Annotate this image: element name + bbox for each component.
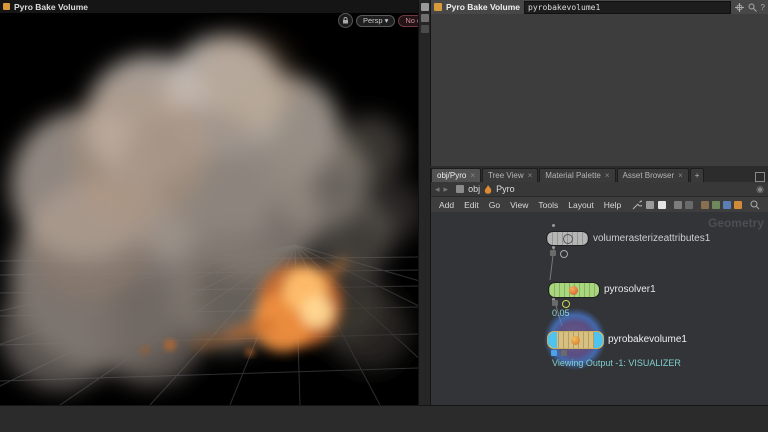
display-flag[interactable] — [548, 332, 557, 348]
network-editor[interactable]: Geometry volumerasterizeattributes1 pyro… — [430, 212, 768, 405]
menu-go[interactable]: Go — [489, 200, 500, 210]
pane-menu-icon[interactable] — [755, 172, 765, 182]
pane-tab-material-palette[interactable]: Material Palette× — [539, 168, 615, 182]
persp-view-button[interactable]: Persp ▾ — [356, 15, 395, 27]
persp-label: Persp — [363, 16, 383, 25]
node-flag-badge[interactable] — [561, 350, 567, 356]
close-icon[interactable]: × — [605, 171, 610, 180]
flame-icon — [484, 185, 492, 194]
playbar: |◀ ◀ ■ ▶ ▶| 65 24 48 72 96 120 144 168 1… — [0, 405, 768, 432]
node-connector-dot[interactable] — [552, 224, 555, 227]
node-flag-badge[interactable] — [550, 250, 556, 256]
houdini-window: Pyro Bake Volume Persp ▾ No cam ▾ Pyro B… — [0, 0, 768, 432]
viewport-titlebar: Pyro Bake Volume — [0, 0, 418, 13]
node-label[interactable]: pyrobakevolume1 — [608, 334, 687, 345]
node-flag-badge[interactable] — [562, 300, 570, 308]
node-op-icon — [563, 234, 573, 244]
menu-add[interactable]: Add — [439, 200, 454, 210]
view-tool-icon[interactable] — [421, 14, 429, 22]
node-volumerasterizeattributes1[interactable] — [546, 231, 589, 246]
menu-toolbar-icons — [632, 200, 760, 210]
pane-tab-tree-view[interactable]: Tree View× — [482, 168, 538, 182]
menu-edit[interactable]: Edit — [464, 200, 479, 210]
pin-icon[interactable]: ◉ — [756, 184, 764, 195]
view-tool-icon[interactable] — [421, 25, 429, 33]
pyro-op-icon — [569, 286, 578, 295]
pane-tab-bar: obj/Pyro× Tree View× Material Palette× A… — [430, 168, 768, 182]
network-path-bar: ◂ ▸ obj Pyro ◉ — [430, 182, 768, 196]
menu-layout[interactable]: Layout — [568, 200, 594, 210]
pane-tab-asset-browser[interactable]: Asset Browser× — [617, 168, 689, 182]
node-flag-badge[interactable] — [551, 350, 557, 356]
menu-view[interactable]: View — [510, 200, 528, 210]
bake-op-icon — [571, 336, 580, 345]
view-tool-icon[interactable] — [421, 3, 429, 11]
node-info-text: 0.05 — [552, 308, 570, 318]
close-icon[interactable]: × — [678, 171, 683, 180]
node-label[interactable]: pyrosolver1 — [604, 284, 656, 295]
grid-snap-icon[interactable] — [723, 201, 731, 209]
node-connector-dot[interactable] — [552, 246, 555, 249]
pane-tab-network[interactable]: obj/Pyro× — [431, 168, 481, 182]
search-icon[interactable] — [748, 3, 757, 12]
node-flag-badge[interactable] — [560, 250, 568, 258]
visualizer-status: Viewing Output -1: VISUALIZER — [552, 358, 681, 368]
new-tab-button[interactable]: + — [690, 168, 705, 182]
display-flag-icon[interactable] — [658, 201, 666, 209]
viewport-3d[interactable] — [0, 13, 418, 405]
node-type-title: Pyro Bake Volume — [446, 2, 520, 12]
caret-down-icon: ▾ — [385, 16, 389, 25]
back-icon[interactable]: ◂ — [435, 184, 440, 195]
taskbar-icon[interactable] — [734, 201, 742, 209]
forward-icon[interactable]: ▸ — [444, 184, 449, 195]
viewport-scene — [0, 13, 418, 405]
param-header: Pyro Bake Volume pyrobakevolume1 ? — [431, 0, 768, 14]
viewport-title: Pyro Bake Volume — [14, 2, 88, 12]
menu-tools[interactable]: Tools — [538, 200, 558, 210]
node-pyrosolver1[interactable] — [548, 282, 600, 298]
panel-icon[interactable] — [674, 201, 682, 209]
obj-context-icon — [456, 185, 464, 193]
gear-icon[interactable] — [735, 3, 744, 12]
help-icon[interactable]: ? — [761, 3, 765, 12]
parameter-panel: Pyro Bake Volume pyrobakevolume1 ? ✓ Ass… — [430, 0, 768, 166]
network-menu-bar: Add Edit Go View Tools Layout Help — [430, 196, 768, 212]
color-palette-icon[interactable] — [712, 201, 720, 209]
node-flag-badge[interactable] — [552, 300, 558, 306]
path-node[interactable]: Pyro — [496, 184, 515, 194]
node-label[interactable]: volumerasterizeattributes1 — [593, 233, 710, 244]
menu-help[interactable]: Help — [604, 200, 621, 210]
panel-icon[interactable] — [685, 201, 693, 209]
node-pyrobakevolume1[interactable] — [547, 331, 604, 349]
snapshot-icon[interactable] — [701, 201, 709, 209]
lock-icon — [342, 17, 349, 24]
viewport-toolbar — [418, 0, 430, 405]
layout-nodes-icon[interactable] — [646, 201, 654, 209]
node-type-icon — [434, 3, 442, 11]
node-name-input[interactable]: pyrobakevolume1 — [524, 1, 731, 14]
render-flag[interactable] — [594, 332, 603, 348]
close-icon[interactable]: × — [528, 171, 533, 180]
search-icon[interactable] — [750, 200, 760, 210]
path-context[interactable]: obj — [468, 184, 480, 194]
pyro-icon — [3, 3, 10, 10]
wrench-icon[interactable] — [632, 200, 642, 210]
view-lock-button[interactable] — [338, 13, 353, 28]
close-icon[interactable]: × — [470, 171, 475, 180]
